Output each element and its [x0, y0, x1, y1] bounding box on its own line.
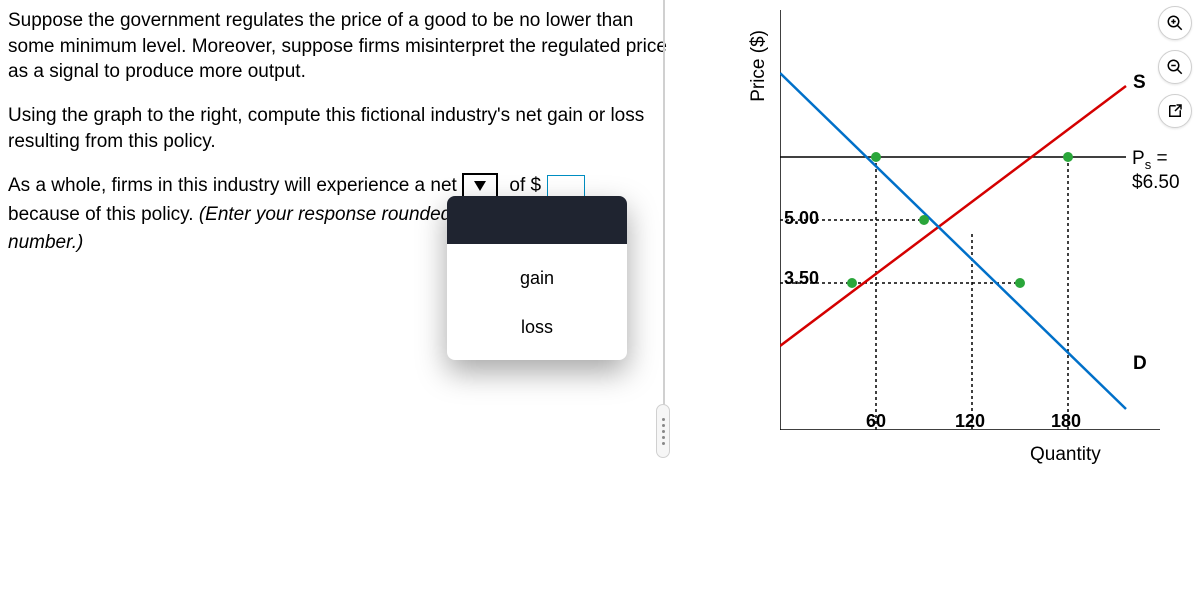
chart-svg — [780, 10, 1160, 430]
open-external-icon — [1166, 102, 1184, 120]
chart-toolbar — [1158, 6, 1192, 128]
xtick-120: 120 — [955, 411, 985, 432]
xtick-60: 60 — [866, 411, 886, 432]
amount-input[interactable] — [547, 175, 585, 197]
question-paragraph-1: Suppose the government regulates the pri… — [8, 8, 668, 85]
chevron-down-icon — [474, 181, 486, 191]
zoom-in-button[interactable] — [1158, 6, 1192, 40]
open-new-window-button[interactable] — [1158, 94, 1192, 128]
zoom-in-icon — [1166, 14, 1184, 32]
answer-suffix-1: because of this policy. — [8, 204, 199, 225]
chart: Price ($) Quantity 5.00 3.50 60 120 180 … — [700, 0, 1170, 470]
x-axis-label: Quantity — [1030, 444, 1101, 466]
ytick-5: 5.00 — [784, 208, 819, 229]
answer-prefix: As a whole, firms in this industry will … — [8, 175, 457, 196]
dropdown-option-gain[interactable]: gain — [447, 254, 627, 303]
of-label: of $ — [509, 175, 541, 196]
pane-splitter-handle[interactable] — [656, 404, 670, 458]
zoom-out-button[interactable] — [1158, 50, 1192, 84]
question-paragraph-2: Using the graph to the right, compute th… — [8, 103, 668, 154]
demand-label: D — [1133, 353, 1147, 375]
ytick-3-5: 3.50 — [784, 268, 819, 289]
y-axis-label: Price ($) — [748, 30, 770, 102]
dropdown-menu[interactable]: gain loss — [447, 196, 627, 360]
xtick-180: 180 — [1051, 411, 1081, 432]
price-floor-label: Ps = $6.50 — [1132, 148, 1180, 194]
pane-splitter-line — [663, 0, 665, 440]
zoom-out-icon — [1166, 58, 1184, 76]
supply-label: S — [1133, 72, 1146, 94]
dropdown-selected-blank[interactable] — [447, 196, 627, 244]
dropdown-option-loss[interactable]: loss — [447, 303, 627, 352]
